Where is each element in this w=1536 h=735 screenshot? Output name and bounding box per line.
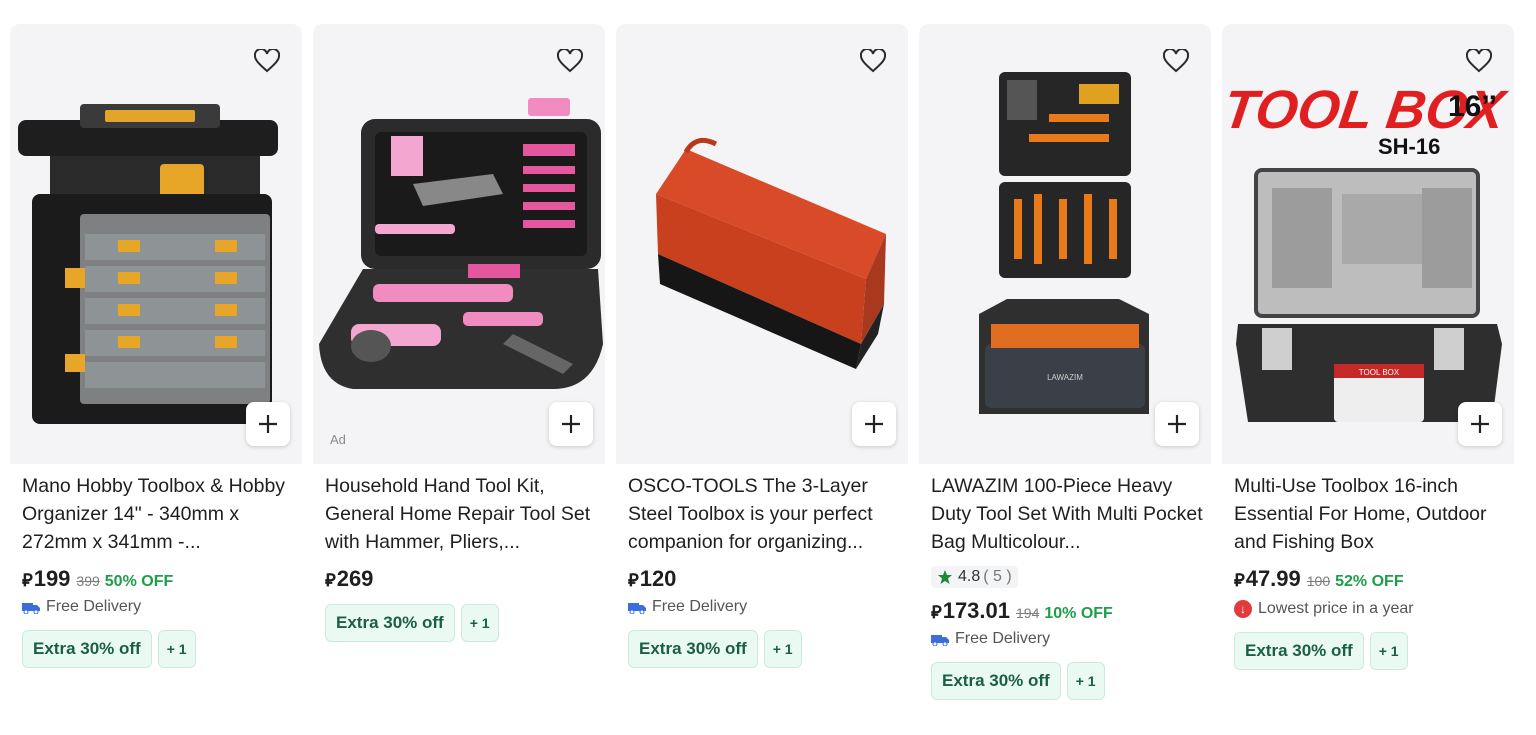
product-image[interactable] — [616, 24, 908, 464]
truck-icon — [628, 602, 646, 614]
product-title[interactable]: Mano Hobby Toolbox & Hobby Organizer 14"… — [22, 472, 294, 556]
more-tags-badge[interactable]: + 1 — [157, 630, 196, 668]
old-price: 399 — [76, 573, 100, 589]
tool-set-bag-image: LAWAZIM — [979, 72, 1149, 414]
price: 269 — [336, 566, 374, 591]
old-price: 100 — [1306, 573, 1331, 589]
product-image[interactable]: TOOL BOX 16’’ SH-16 TOOL BOX — [1222, 24, 1514, 464]
favorite-button[interactable] — [252, 46, 282, 76]
product-card[interactable]: LAWAZIM LAWAZIM 100-Piece Heavy Duty Too… — [919, 24, 1211, 735]
product-card[interactable]: Ad Household Hand Tool Kit, General Home… — [313, 24, 605, 735]
product-card[interactable]: TOOL BOX 16’’ SH-16 TOOL BOX Multi-Use T… — [1222, 24, 1514, 735]
ad-label: Ad — [330, 432, 346, 447]
add-to-cart-button[interactable] — [1458, 402, 1502, 446]
price: 120 — [639, 566, 677, 591]
product-title[interactable]: LAWAZIM 100-Piece Heavy Duty Tool Set Wi… — [931, 472, 1203, 556]
riyal-icon: ⃁ — [22, 570, 33, 590]
image-size-text: 16’’ — [1448, 90, 1497, 123]
lowest-price-text: Lowest price in a year — [1258, 600, 1414, 617]
plus-icon — [1471, 415, 1489, 433]
favorite-button[interactable] — [555, 46, 585, 76]
image-model-text: SH-16 — [1378, 134, 1440, 159]
price: 199 — [33, 566, 71, 591]
toolbox-16-image: TOOL BOX 16’’ SH-16 TOOL BOX — [1222, 80, 1511, 422]
old-price: 194 — [1016, 605, 1040, 621]
promo-tags: Extra 30% off + 1 — [931, 662, 1203, 700]
lowest-price-info: ↓ Lowest price in a year — [1234, 600, 1506, 618]
product-title[interactable]: Multi-Use Toolbox 16-inch Essential For … — [1234, 472, 1506, 556]
heart-icon — [1163, 49, 1189, 73]
delivery-text: Free Delivery — [652, 598, 748, 615]
delivery-info: Free Delivery — [22, 598, 294, 616]
truck-icon — [22, 602, 40, 614]
price: 47.99 — [1245, 566, 1301, 591]
discount-label: 52% OFF — [1335, 573, 1404, 590]
riyal-icon: ⃁ — [325, 570, 336, 590]
favorite-button[interactable] — [1161, 46, 1191, 76]
more-tags-badge[interactable]: + 1 — [763, 630, 802, 668]
heart-icon — [254, 49, 280, 73]
discount-label: 50% OFF — [104, 573, 174, 590]
price: 173.01 — [942, 598, 1010, 623]
toolbox-organizer-image — [18, 104, 278, 424]
favorite-button[interactable] — [1464, 46, 1494, 76]
riyal-icon: ⃁ — [628, 570, 639, 590]
promo-tags: Extra 30% off + 1 — [22, 630, 294, 668]
riyal-icon: ⃁ — [931, 602, 942, 622]
rating-count: ( 5 ) — [983, 568, 1012, 585]
truck-icon — [931, 634, 949, 646]
product-title[interactable]: Household Hand Tool Kit, General Home Re… — [325, 472, 597, 556]
price-row: ⃁ 47.99 100 52% OFF — [1234, 566, 1506, 592]
add-to-cart-button[interactable] — [852, 402, 896, 446]
extra-off-tag[interactable]: Extra 30% off — [931, 662, 1061, 700]
favorite-button[interactable] — [858, 46, 888, 76]
heart-icon — [557, 49, 583, 73]
add-to-cart-button[interactable] — [1155, 402, 1199, 446]
rating-value: 4.8 — [958, 568, 981, 585]
plus-icon — [562, 415, 580, 433]
promo-tags: Extra 30% off + 1 — [628, 630, 900, 668]
delivery-info: Free Delivery — [628, 598, 900, 616]
price-row: ⃁ 199 399 50% OFF — [22, 566, 294, 592]
delivery-text: Free Delivery — [46, 598, 142, 615]
price-row: ⃁ 269 — [325, 566, 597, 592]
more-tags-badge[interactable]: + 1 — [460, 604, 499, 642]
rating-badge[interactable]: 4.8 ( 5 ) — [931, 566, 1018, 588]
promo-tags: Extra 30% off + 1 — [1234, 632, 1506, 670]
promo-tags: Extra 30% off + 1 — [325, 604, 597, 642]
down-arrow-icon: ↓ — [1234, 600, 1252, 618]
heart-icon — [860, 49, 886, 73]
price-row: ⃁ 120 — [628, 566, 900, 592]
product-image[interactable]: Ad — [313, 24, 605, 464]
image-label-text: TOOL BOX — [1359, 368, 1400, 377]
image-brand-text: LAWAZIM — [1047, 373, 1083, 382]
steel-toolbox-image — [656, 137, 886, 369]
product-card[interactable]: OSCO-TOOLS The 3-Layer Steel Toolbox is … — [616, 24, 908, 735]
add-to-cart-button[interactable] — [549, 402, 593, 446]
more-tags-badge[interactable]: + 1 — [1369, 632, 1408, 670]
extra-off-tag[interactable]: Extra 30% off — [325, 604, 455, 642]
discount-label: 10% OFF — [1044, 605, 1113, 622]
extra-off-tag[interactable]: Extra 30% off — [628, 630, 758, 668]
add-to-cart-button[interactable] — [246, 402, 290, 446]
extra-off-tag[interactable]: Extra 30% off — [22, 630, 152, 668]
product-title[interactable]: OSCO-TOOLS The 3-Layer Steel Toolbox is … — [628, 472, 900, 556]
product-card[interactable]: Mano Hobby Toolbox & Hobby Organizer 14"… — [10, 24, 302, 735]
product-image[interactable] — [10, 24, 302, 464]
more-tags-badge[interactable]: + 1 — [1066, 662, 1105, 700]
star-icon — [938, 570, 952, 584]
plus-icon — [865, 415, 883, 433]
riyal-icon: ⃁ — [1234, 570, 1245, 590]
plus-icon — [259, 415, 277, 433]
product-grid: Mano Hobby Toolbox & Hobby Organizer 14"… — [0, 0, 1536, 735]
delivery-info: Free Delivery — [931, 630, 1203, 648]
product-image[interactable]: LAWAZIM — [919, 24, 1211, 464]
plus-icon — [1168, 415, 1186, 433]
heart-icon — [1466, 49, 1492, 73]
delivery-text: Free Delivery — [955, 630, 1051, 647]
tool-kit-image — [319, 98, 603, 389]
price-row: ⃁ 173.01 194 10% OFF — [931, 598, 1203, 624]
extra-off-tag[interactable]: Extra 30% off — [1234, 632, 1364, 670]
